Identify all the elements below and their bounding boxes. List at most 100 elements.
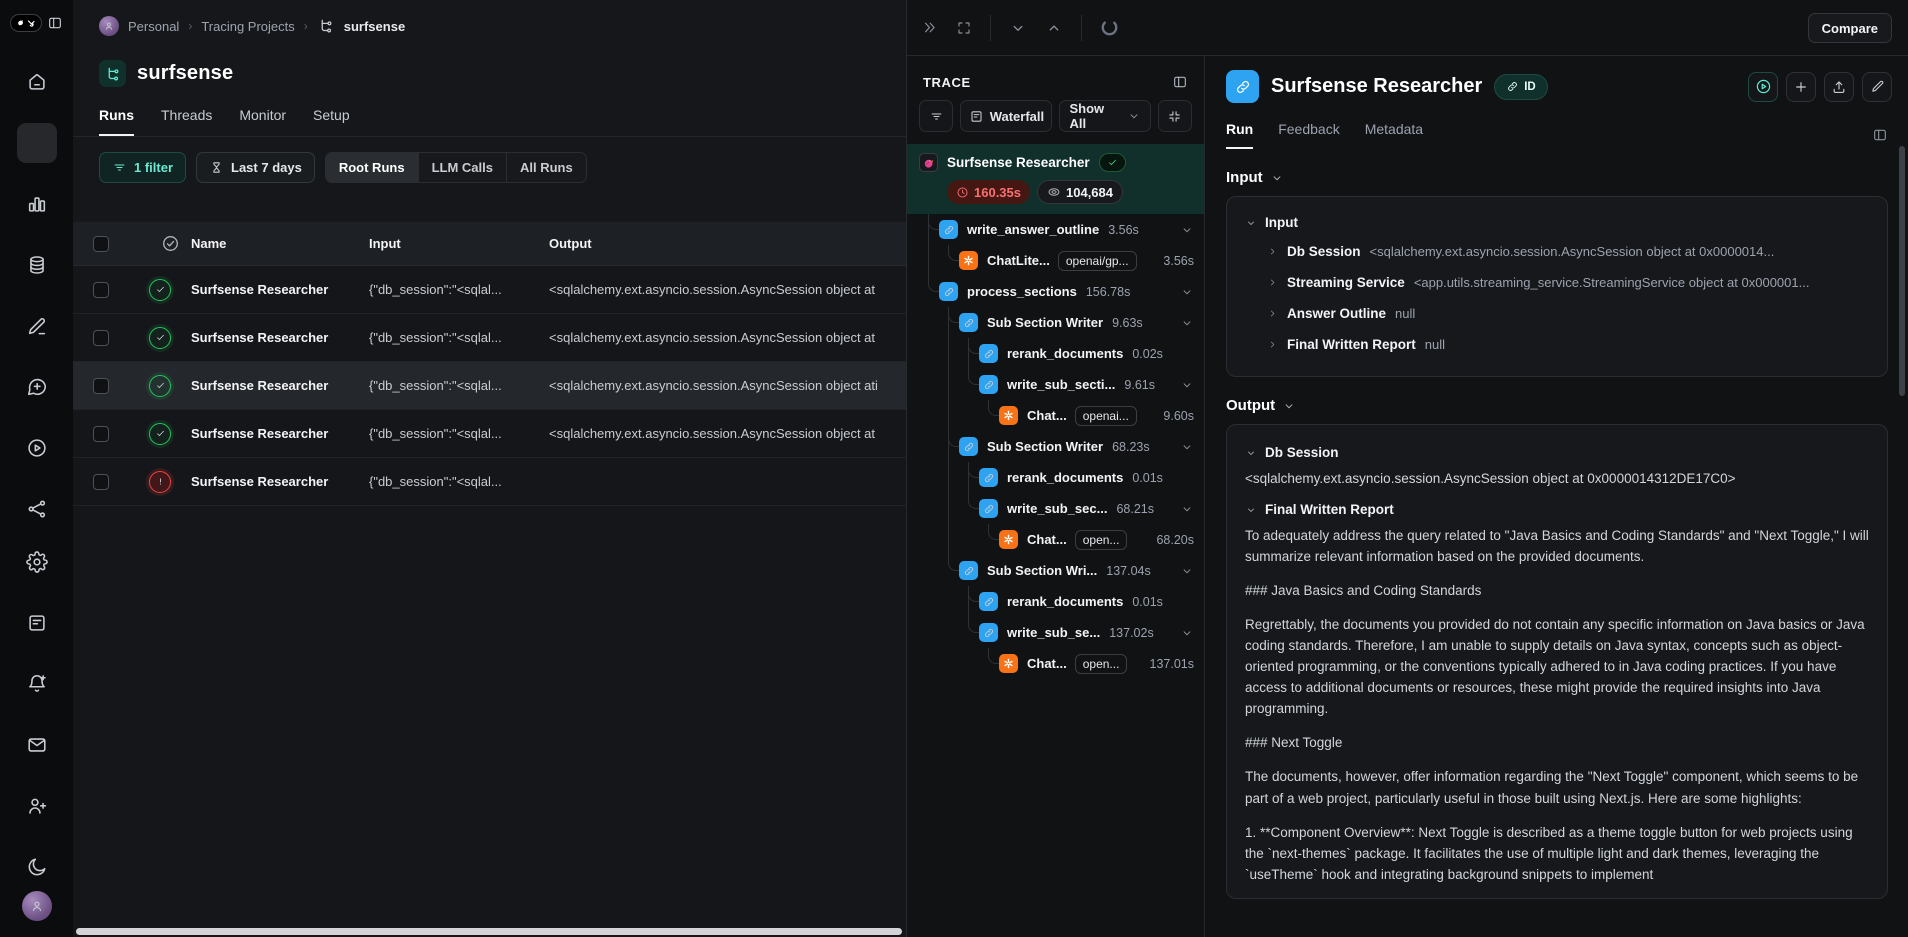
trace-node-chatlite[interactable]: ChatLite...openai/gp...3.56s bbox=[907, 245, 1204, 276]
sidebar-item-moon[interactable] bbox=[17, 847, 57, 887]
horizontal-scrollbar[interactable] bbox=[76, 928, 902, 935]
detail-tab-run[interactable]: Run bbox=[1226, 121, 1253, 149]
previous-run-icon[interactable] bbox=[1045, 19, 1063, 37]
trace-panel-toggle-icon[interactable] bbox=[1172, 74, 1188, 90]
breadcrumb-personal[interactable]: Personal bbox=[128, 19, 179, 34]
table-row[interactable]: Surfsense Researcher{"db_session":"<sqla… bbox=[73, 314, 906, 362]
chevron-down-icon[interactable] bbox=[1180, 223, 1194, 237]
trace-node-rerank-documents[interactable]: rerank_documents0.01s bbox=[907, 586, 1204, 617]
filter-chip[interactable]: 1 filter bbox=[99, 152, 186, 183]
output-card: Db Session<sqlalchemy.ext.asyncio.sessio… bbox=[1226, 424, 1888, 899]
sidebar-item-mail[interactable] bbox=[17, 725, 57, 765]
detail-panel-toggle-icon[interactable] bbox=[1872, 127, 1888, 143]
input-field-streaming-service[interactable]: Streaming Service<app.utils.streaming_se… bbox=[1245, 267, 1869, 298]
segment-all-runs[interactable]: All Runs bbox=[507, 153, 586, 182]
input-field-final-written-report[interactable]: Final Written Reportnull bbox=[1245, 329, 1869, 360]
next-run-icon[interactable] bbox=[1009, 19, 1027, 37]
trace-node-duration: 9.61s bbox=[1124, 378, 1155, 392]
show-all-dropdown[interactable]: Show All bbox=[1059, 100, 1150, 132]
trace-filter-button[interactable] bbox=[919, 100, 953, 132]
collapse-all-button[interactable] bbox=[1158, 100, 1192, 132]
sidebar-item-home[interactable] bbox=[17, 62, 57, 102]
expand-fullscreen-icon[interactable] bbox=[956, 20, 972, 36]
input-inner-toggle[interactable]: Input bbox=[1245, 211, 1869, 236]
output-section-header[interactable]: Output bbox=[1206, 377, 1908, 424]
chevron-down-icon[interactable] bbox=[1180, 564, 1194, 578]
output-group-final-written-report[interactable]: Final Written Report bbox=[1245, 502, 1869, 517]
sidebar-item-play-circle[interactable] bbox=[17, 428, 57, 468]
sidebar-item-pencil[interactable] bbox=[17, 306, 57, 346]
row-checkbox[interactable] bbox=[93, 330, 109, 346]
sidebar-item-document[interactable] bbox=[17, 603, 57, 643]
row-checkbox[interactable] bbox=[93, 378, 109, 394]
input-section-header[interactable]: Input bbox=[1206, 149, 1908, 196]
breadcrumb-tracing-projects[interactable]: Tracing Projects bbox=[201, 19, 294, 34]
sidebar-item-bell-plus[interactable] bbox=[17, 664, 57, 704]
tab-monitor[interactable]: Monitor bbox=[239, 107, 286, 136]
sidebar-item-message-plus[interactable] bbox=[17, 367, 57, 407]
detail-tab-feedback[interactable]: Feedback bbox=[1278, 121, 1339, 149]
row-checkbox[interactable] bbox=[93, 426, 109, 442]
select-all-checkbox[interactable] bbox=[93, 236, 109, 252]
tab-threads[interactable]: Threads bbox=[161, 107, 212, 136]
output-group-db-session[interactable]: Db Session bbox=[1245, 445, 1869, 460]
tab-runs[interactable]: Runs bbox=[99, 107, 134, 136]
trace-node-sub-section-writer[interactable]: Sub Section Writer9.63s bbox=[907, 307, 1204, 338]
share-run-button[interactable] bbox=[1824, 72, 1854, 102]
sidebar-item-user-plus[interactable] bbox=[17, 786, 57, 826]
trace-node-write-sub-sec[interactable]: write_sub_sec...68.21s bbox=[907, 493, 1204, 524]
chevron-down-icon[interactable] bbox=[1180, 502, 1194, 516]
input-field-db-session[interactable]: Db Session<sqlalchemy.ext.asyncio.sessio… bbox=[1245, 236, 1869, 267]
row-checkbox[interactable] bbox=[93, 282, 109, 298]
table-row[interactable]: Surfsense Researcher{"db_session":"<sqla… bbox=[73, 458, 906, 506]
breadcrumb-project[interactable]: surfsense bbox=[344, 19, 405, 34]
open-in-playground-button[interactable] bbox=[1748, 72, 1778, 102]
chevron-down-icon[interactable] bbox=[1180, 378, 1194, 392]
trace-node-write-sub-se[interactable]: write_sub_se...137.02s bbox=[907, 617, 1204, 648]
trace-node-chat[interactable]: Chat...open...137.01s bbox=[907, 648, 1204, 679]
chevron-down-icon[interactable] bbox=[1180, 626, 1194, 640]
run-id-badge[interactable]: ID bbox=[1494, 74, 1548, 100]
rail-panel-toggle-icon[interactable] bbox=[47, 15, 63, 31]
sidebar-item-database[interactable] bbox=[17, 245, 57, 285]
link-icon bbox=[1506, 80, 1519, 93]
chevron-down-icon[interactable] bbox=[1180, 440, 1194, 454]
compare-button[interactable]: Compare bbox=[1808, 13, 1892, 43]
trace-node-process-sections[interactable]: process_sections156.78s bbox=[907, 276, 1204, 307]
input-field-answer-outline[interactable]: Answer Outlinenull bbox=[1245, 298, 1869, 329]
workspace-avatar[interactable] bbox=[99, 16, 119, 36]
table-row[interactable]: Surfsense Researcher{"db_session":"<sqla… bbox=[73, 362, 906, 410]
trace-node-chat[interactable]: Chat...open...68.20s bbox=[907, 524, 1204, 555]
sidebar-item-trace-tree[interactable] bbox=[17, 123, 57, 163]
trace-node-sub-section-writer[interactable]: Sub Section Writer68.23s bbox=[907, 431, 1204, 462]
waterfall-view-button[interactable]: Waterfall bbox=[960, 100, 1052, 132]
chevron-down-icon[interactable] bbox=[1180, 316, 1194, 330]
trace-tree: Surfsense Researcher160.35s104,684write_… bbox=[907, 144, 1204, 679]
user-avatar[interactable] bbox=[22, 891, 52, 921]
trace-node-rerank-documents[interactable]: rerank_documents0.01s bbox=[907, 462, 1204, 493]
trace-root-node[interactable]: Surfsense Researcher160.35s104,684 bbox=[907, 144, 1204, 214]
table-row[interactable]: Surfsense Researcher{"db_session":"<sqla… bbox=[73, 266, 906, 314]
sidebar-item-share-network[interactable] bbox=[17, 489, 57, 529]
table-row[interactable]: Surfsense Researcher{"db_session":"<sqla… bbox=[73, 410, 906, 458]
vertical-scrollbar[interactable] bbox=[1899, 146, 1905, 396]
trace-node-rerank-documents[interactable]: rerank_documents0.02s bbox=[907, 338, 1204, 369]
segment-root-runs[interactable]: Root Runs bbox=[326, 153, 419, 182]
row-checkbox[interactable] bbox=[93, 474, 109, 490]
segment-llm-calls[interactable]: LLM Calls bbox=[419, 153, 507, 182]
detail-tab-metadata[interactable]: Metadata bbox=[1365, 121, 1423, 149]
langsmith-logo[interactable] bbox=[10, 14, 42, 32]
trace-node-write-answer-outline[interactable]: write_answer_outline3.56s bbox=[907, 214, 1204, 245]
sidebar-item-bar-chart[interactable] bbox=[17, 184, 57, 224]
trace-node-sub-section-wri[interactable]: Sub Section Wri...137.04s bbox=[907, 555, 1204, 586]
annotate-button[interactable] bbox=[1862, 72, 1892, 102]
add-to-dataset-button[interactable] bbox=[1786, 72, 1816, 102]
trace-node-chat[interactable]: Chat...openai...9.60s bbox=[907, 400, 1204, 431]
sidebar-item-gear[interactable] bbox=[17, 542, 57, 582]
trace-node-name: write_sub_secti... bbox=[1007, 377, 1115, 392]
chevron-down-icon[interactable] bbox=[1180, 285, 1194, 299]
collapse-panel-icon[interactable] bbox=[921, 19, 938, 36]
date-range-chip[interactable]: Last 7 days bbox=[196, 152, 315, 183]
trace-node-write-sub-secti[interactable]: write_sub_secti... 9.61s bbox=[907, 369, 1204, 400]
tab-setup[interactable]: Setup bbox=[313, 107, 350, 136]
